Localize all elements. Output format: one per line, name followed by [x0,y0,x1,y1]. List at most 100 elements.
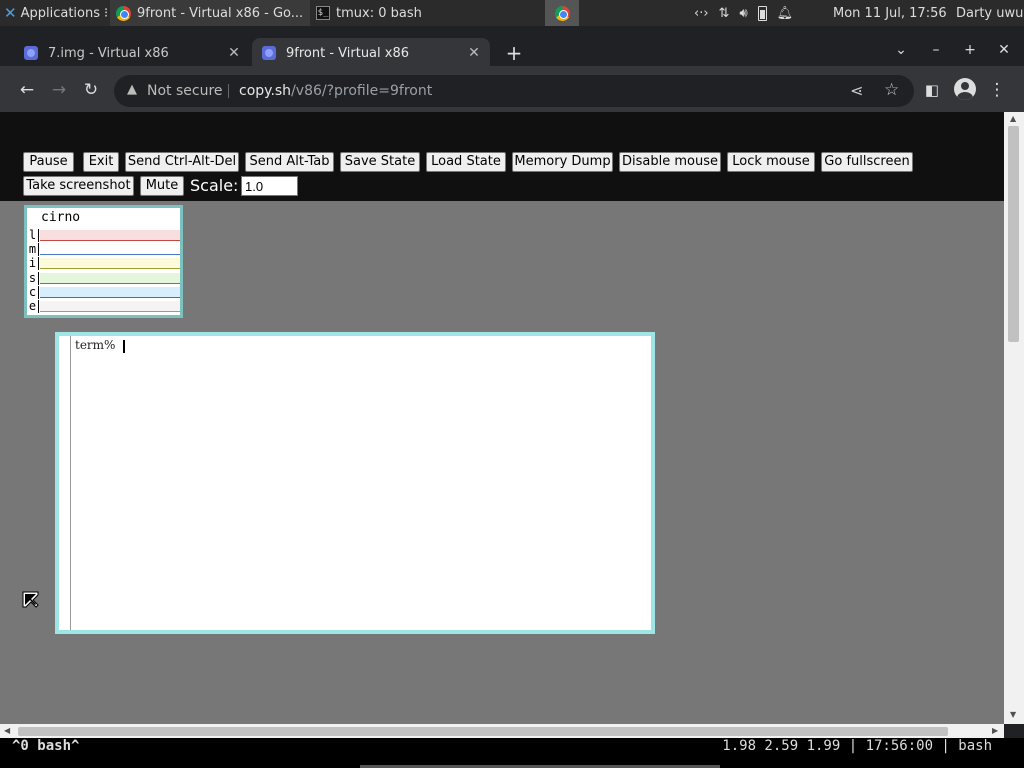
network-updown-icon[interactable]: ⇅ [719,6,730,21]
terminal-prompt: term% [75,338,116,352]
stats-row-graph [40,244,180,256]
memory-dump-button[interactable]: Memory Dump [512,152,613,172]
taskbar-item-chrome-launcher[interactable] [545,0,579,26]
terminal-icon: $_ [316,6,330,20]
chrome-icon [554,5,570,21]
maximize-button[interactable]: + [960,40,980,60]
browser-toolbar: ← → ↻ ▲ Not secure copy.sh/v86/?profile=… [0,66,1024,112]
bookmark-star-icon[interactable]: ☆ [884,80,899,100]
xfce-logo-icon: ✕ [4,4,17,22]
menu-indicator-icon: ⁝ [104,5,109,21]
stats-window[interactable]: cirno lmisce [24,205,183,318]
scroll-left-arrow-icon[interactable]: ◀ [4,726,10,735]
volume-icon[interactable]: 🔊︎ [739,6,747,21]
stats-row-label: i [27,257,39,271]
stats-window-body: cirno lmisce [27,208,180,315]
vertical-scrollbar-thumb[interactable] [1008,126,1019,342]
page-viewport: Pause Exit Send Ctrl-Alt-Del Send Alt-Ta… [0,112,1004,724]
taskbar-item-chrome[interactable]: 9front - Virtual x86 - Go... [110,0,310,26]
profile-avatar-icon[interactable] [954,78,976,100]
stats-row-m: m [27,243,180,257]
stats-row-s: s [27,271,180,285]
terminal-window[interactable]: term% [55,332,655,634]
notification-bell-icon[interactable]: 🔔︎ [777,6,794,21]
user-name[interactable]: Darty uwu [956,0,1023,26]
battery-icon[interactable] [757,5,767,21]
vertical-scrollbar[interactable]: ▲ ▼ [1004,112,1024,724]
applications-label: Applications [20,5,100,21]
url-text[interactable]: copy.sh/v86/?profile=9front [239,75,432,107]
taskbar-item-chrome-label: 9front - Virtual x86 - Go... [137,5,304,21]
tmux-status-bar: ^0 bash^ 1.98 2.59 1.99 | 17:56:00 | bas… [0,738,1024,768]
go-fullscreen-button[interactable]: Go fullscreen [821,152,913,172]
tab-7img[interactable]: 7.img - Virtual x86 ✕ [14,38,250,68]
address-bar[interactable]: ▲ Not secure copy.sh/v86/?profile=9front… [114,75,914,107]
exit-button[interactable]: Exit [83,152,119,172]
stats-row-graph [40,286,180,298]
chrome-window: 7.img - Virtual x86 ✕ 9front - Virtual x… [0,26,1024,738]
take-screenshot-button[interactable]: Take screenshot [23,176,134,196]
system-top-panel: ✕ Applications ⁝ 9front - Virtual x86 - … [0,0,1024,26]
stats-row-c: c [27,285,180,299]
tab-close-icon[interactable]: ✕ [466,45,482,61]
taskbar-item-terminal-label: tmux: 0 bash [336,5,422,21]
close-window-button[interactable]: ✕ [994,40,1014,60]
pause-button[interactable]: Pause [23,152,74,172]
not-secure-label[interactable]: Not secure [147,75,223,107]
horizontal-scrollbar[interactable]: ◀ ▶ [0,724,1004,738]
forward-arrow-icon[interactable]: → [48,79,70,101]
terminal-body[interactable]: term% [59,336,651,630]
tmux-status-right: 1.98 2.59 1.99 | 17:56:00 | bash [722,738,992,754]
taskbar-item-terminal[interactable]: $_ tmux: 0 bash [310,0,510,26]
chrome-icon [116,5,131,21]
minimize-button[interactable]: – [926,40,946,60]
clock[interactable]: Mon 11 Jul, 17:56 [833,0,947,26]
horizontal-scrollbar-thumb[interactable] [18,727,948,736]
stats-row-graph [40,301,180,312]
lock-mouse-button[interactable]: Lock mouse [727,152,815,172]
tab-label: 7.img - Virtual x86 [48,45,169,61]
network-arrows-icon[interactable]: ‹·› [694,6,709,21]
more-menu-icon[interactable]: ⋮ [986,79,1008,101]
tab-9front[interactable]: 9front - Virtual x86 ✕ [252,38,490,68]
terminal-cursor [123,340,125,353]
url-host: copy.sh [239,83,292,99]
load-state-button[interactable]: Load State [426,152,506,172]
stats-row-graph [40,272,180,284]
disable-mouse-button[interactable]: Disable mouse [619,152,721,172]
save-state-button[interactable]: Save State [340,152,420,172]
stats-row-graph [40,230,180,241]
share-icon[interactable]: ⋖ [850,81,863,100]
tab-close-icon[interactable]: ✕ [226,45,242,61]
send-ctrl-alt-del-button[interactable]: Send Ctrl-Alt-Del [125,152,239,172]
v86-favicon-icon [24,46,38,60]
stats-row-i: i [27,257,180,271]
stats-row-label: s [27,271,39,285]
mute-button[interactable]: Mute [140,176,184,196]
scroll-down-arrow-icon[interactable]: ▼ [1010,710,1016,719]
applications-menu[interactable]: ✕ Applications ⁝ [0,0,108,26]
send-alt-tab-button[interactable]: Send Alt-Tab [245,152,334,172]
warning-triangle-icon[interactable]: ▲ [124,82,140,98]
stats-row-label: m [27,243,39,257]
reload-icon[interactable]: ↻ [80,79,102,101]
tab-search-chevron-icon[interactable]: ⌄ [891,40,911,60]
stats-row-e: e [27,300,180,313]
side-panel-icon[interactable]: ◧ [921,79,943,101]
back-arrow-icon[interactable]: ← [16,79,38,101]
new-tab-button[interactable]: + [503,42,525,64]
stats-row-label: l [27,229,39,242]
terminal-scrollbar[interactable] [59,336,71,630]
url-path: /v86/?profile=9front [291,83,433,99]
stats-row-label: e [27,300,39,313]
plan9-mouse-arrow-icon [22,591,39,608]
scroll-right-arrow-icon[interactable]: ▶ [992,726,998,735]
scroll-up-arrow-icon[interactable]: ▲ [1010,114,1016,123]
system-tray: ‹·› ⇅ 🔊︎ 🔔︎ [694,0,793,26]
stats-title: cirno [41,210,81,225]
vm-screen[interactable]: cirno lmisce term% [0,201,1004,724]
tab-strip: 7.img - Virtual x86 ✕ 9front - Virtual x… [0,26,1024,68]
v86-favicon-icon [262,46,276,60]
scale-input[interactable] [241,176,298,196]
stats-row-l: l [27,229,180,242]
